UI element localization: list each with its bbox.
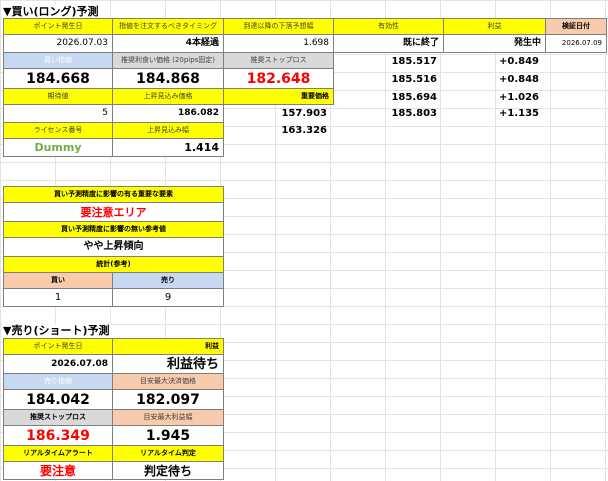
spreadsheet: ▼買い(ロング)予測 ポイント発生日 指値を注文するべきタイミング 到達以降の下… <box>0 0 608 481</box>
long-header-timing: 指値を注文するべきタイミング <box>112 18 224 35</box>
impact-buy-count: 1 <box>3 288 113 307</box>
long-header-recommended-buy: 推奨利食い価格 (20pips固定) <box>112 52 224 69</box>
short-header-realtime-alert: リアルタイムアラート <box>3 445 113 462</box>
long-header-profit: 利益 <box>443 18 546 35</box>
long-price-3: 185.694 <box>391 92 437 103</box>
long-section-title: ▼買い(ロング)予測 <box>2 5 100 19</box>
short-section-title: ▼売り(ショート)予測 <box>2 324 111 338</box>
impact-trend-value: 要注意エリア <box>3 202 224 222</box>
long-point-date: 2026.07.03 <box>3 34 113 53</box>
impact-header-buy: 買い <box>3 272 113 289</box>
long-upper-width: 1.414 <box>112 138 224 157</box>
short-realtime-judge: 判定待ち <box>112 461 224 480</box>
long-recommended-stop: 182.648 <box>223 68 334 89</box>
long-header-upper-forecast: 上昇見込み価格 <box>112 88 224 105</box>
short-header-profit: 利益 <box>112 338 224 355</box>
impact-tilt-value: やや上昇傾向 <box>3 237 224 257</box>
impact-header-sell: 売り <box>112 272 224 289</box>
long-extra-value: 163.326 <box>281 125 327 136</box>
impact-header-tilt: 買い予測精度に影響の無い参考値 <box>3 221 224 238</box>
long-fall-forecast: 1.698 <box>223 34 334 53</box>
short-target-width: 1.945 <box>112 425 224 446</box>
long-header-fall-forecast: 到達以降の下落予想幅 <box>223 18 334 35</box>
short-recommended-stop: 186.349 <box>3 425 113 446</box>
long-header-license: ライセンス番号 <box>3 122 113 139</box>
long-header-validity: 有効性 <box>333 18 444 35</box>
long-pips-3: +1.026 <box>498 92 539 103</box>
long-pips-2: +0.848 <box>498 74 539 85</box>
short-header-target-width: 目安最大利益幅 <box>112 409 224 426</box>
impact-header-stats: 統計(参考) <box>3 256 224 273</box>
long-timing: 4本経過 <box>112 34 224 53</box>
long-upper-forecast: 186.082 <box>112 104 224 123</box>
long-header-recommended-stop: 推奨ストップロス <box>223 52 334 69</box>
impact-sell-count: 9 <box>112 288 224 307</box>
short-point-date: 2026.07.08 <box>3 354 113 374</box>
long-header-verify-date: 検証日付 <box>545 18 607 35</box>
short-header-recommended-stop: 推奨ストップロス <box>3 409 113 426</box>
long-buy-limit: 184.668 <box>3 68 113 89</box>
short-sell-limit: 184.042 <box>3 389 113 410</box>
long-license: Dummy <box>3 138 113 157</box>
long-header-point-date: ポイント発生日 <box>3 18 113 35</box>
long-header-upper-width: 上昇見込み幅 <box>112 122 224 139</box>
long-pips-4: +1.135 <box>498 108 539 119</box>
long-important-price: 157.903 <box>281 108 327 119</box>
long-price-4: 185.803 <box>391 108 437 119</box>
long-price-1: 185.517 <box>391 56 437 67</box>
long-price-2: 185.516 <box>391 74 437 85</box>
long-candles: 5 <box>3 104 113 123</box>
short-target-big: 182.097 <box>112 389 224 410</box>
short-profit-status: 利益待ち <box>112 354 224 374</box>
short-realtime-alert: 要注意 <box>3 461 113 480</box>
short-header-point-date: ポイント発生日 <box>3 338 113 355</box>
short-header-realtime-judge: リアルタイム判定 <box>112 445 224 462</box>
long-profit-status: 発生中 <box>443 34 546 53</box>
long-header-important-price: 重要価格 <box>223 88 334 105</box>
short-header-target-big: 目安最大決済価格 <box>112 373 224 390</box>
long-recommended-buy: 184.868 <box>112 68 224 89</box>
long-header-buy-limit: 買い指値 <box>3 52 113 69</box>
long-header-candles: 期待値 <box>3 88 113 105</box>
long-verify-date: 2026.07.09 <box>545 34 607 53</box>
short-header-sell-limit: 売り指値 <box>3 373 113 390</box>
long-pips-1: +0.849 <box>498 56 539 67</box>
impact-header-trend: 買い予測精度に影響の有る重要な要素 <box>3 186 224 203</box>
long-validity: 既に終了 <box>333 34 444 53</box>
